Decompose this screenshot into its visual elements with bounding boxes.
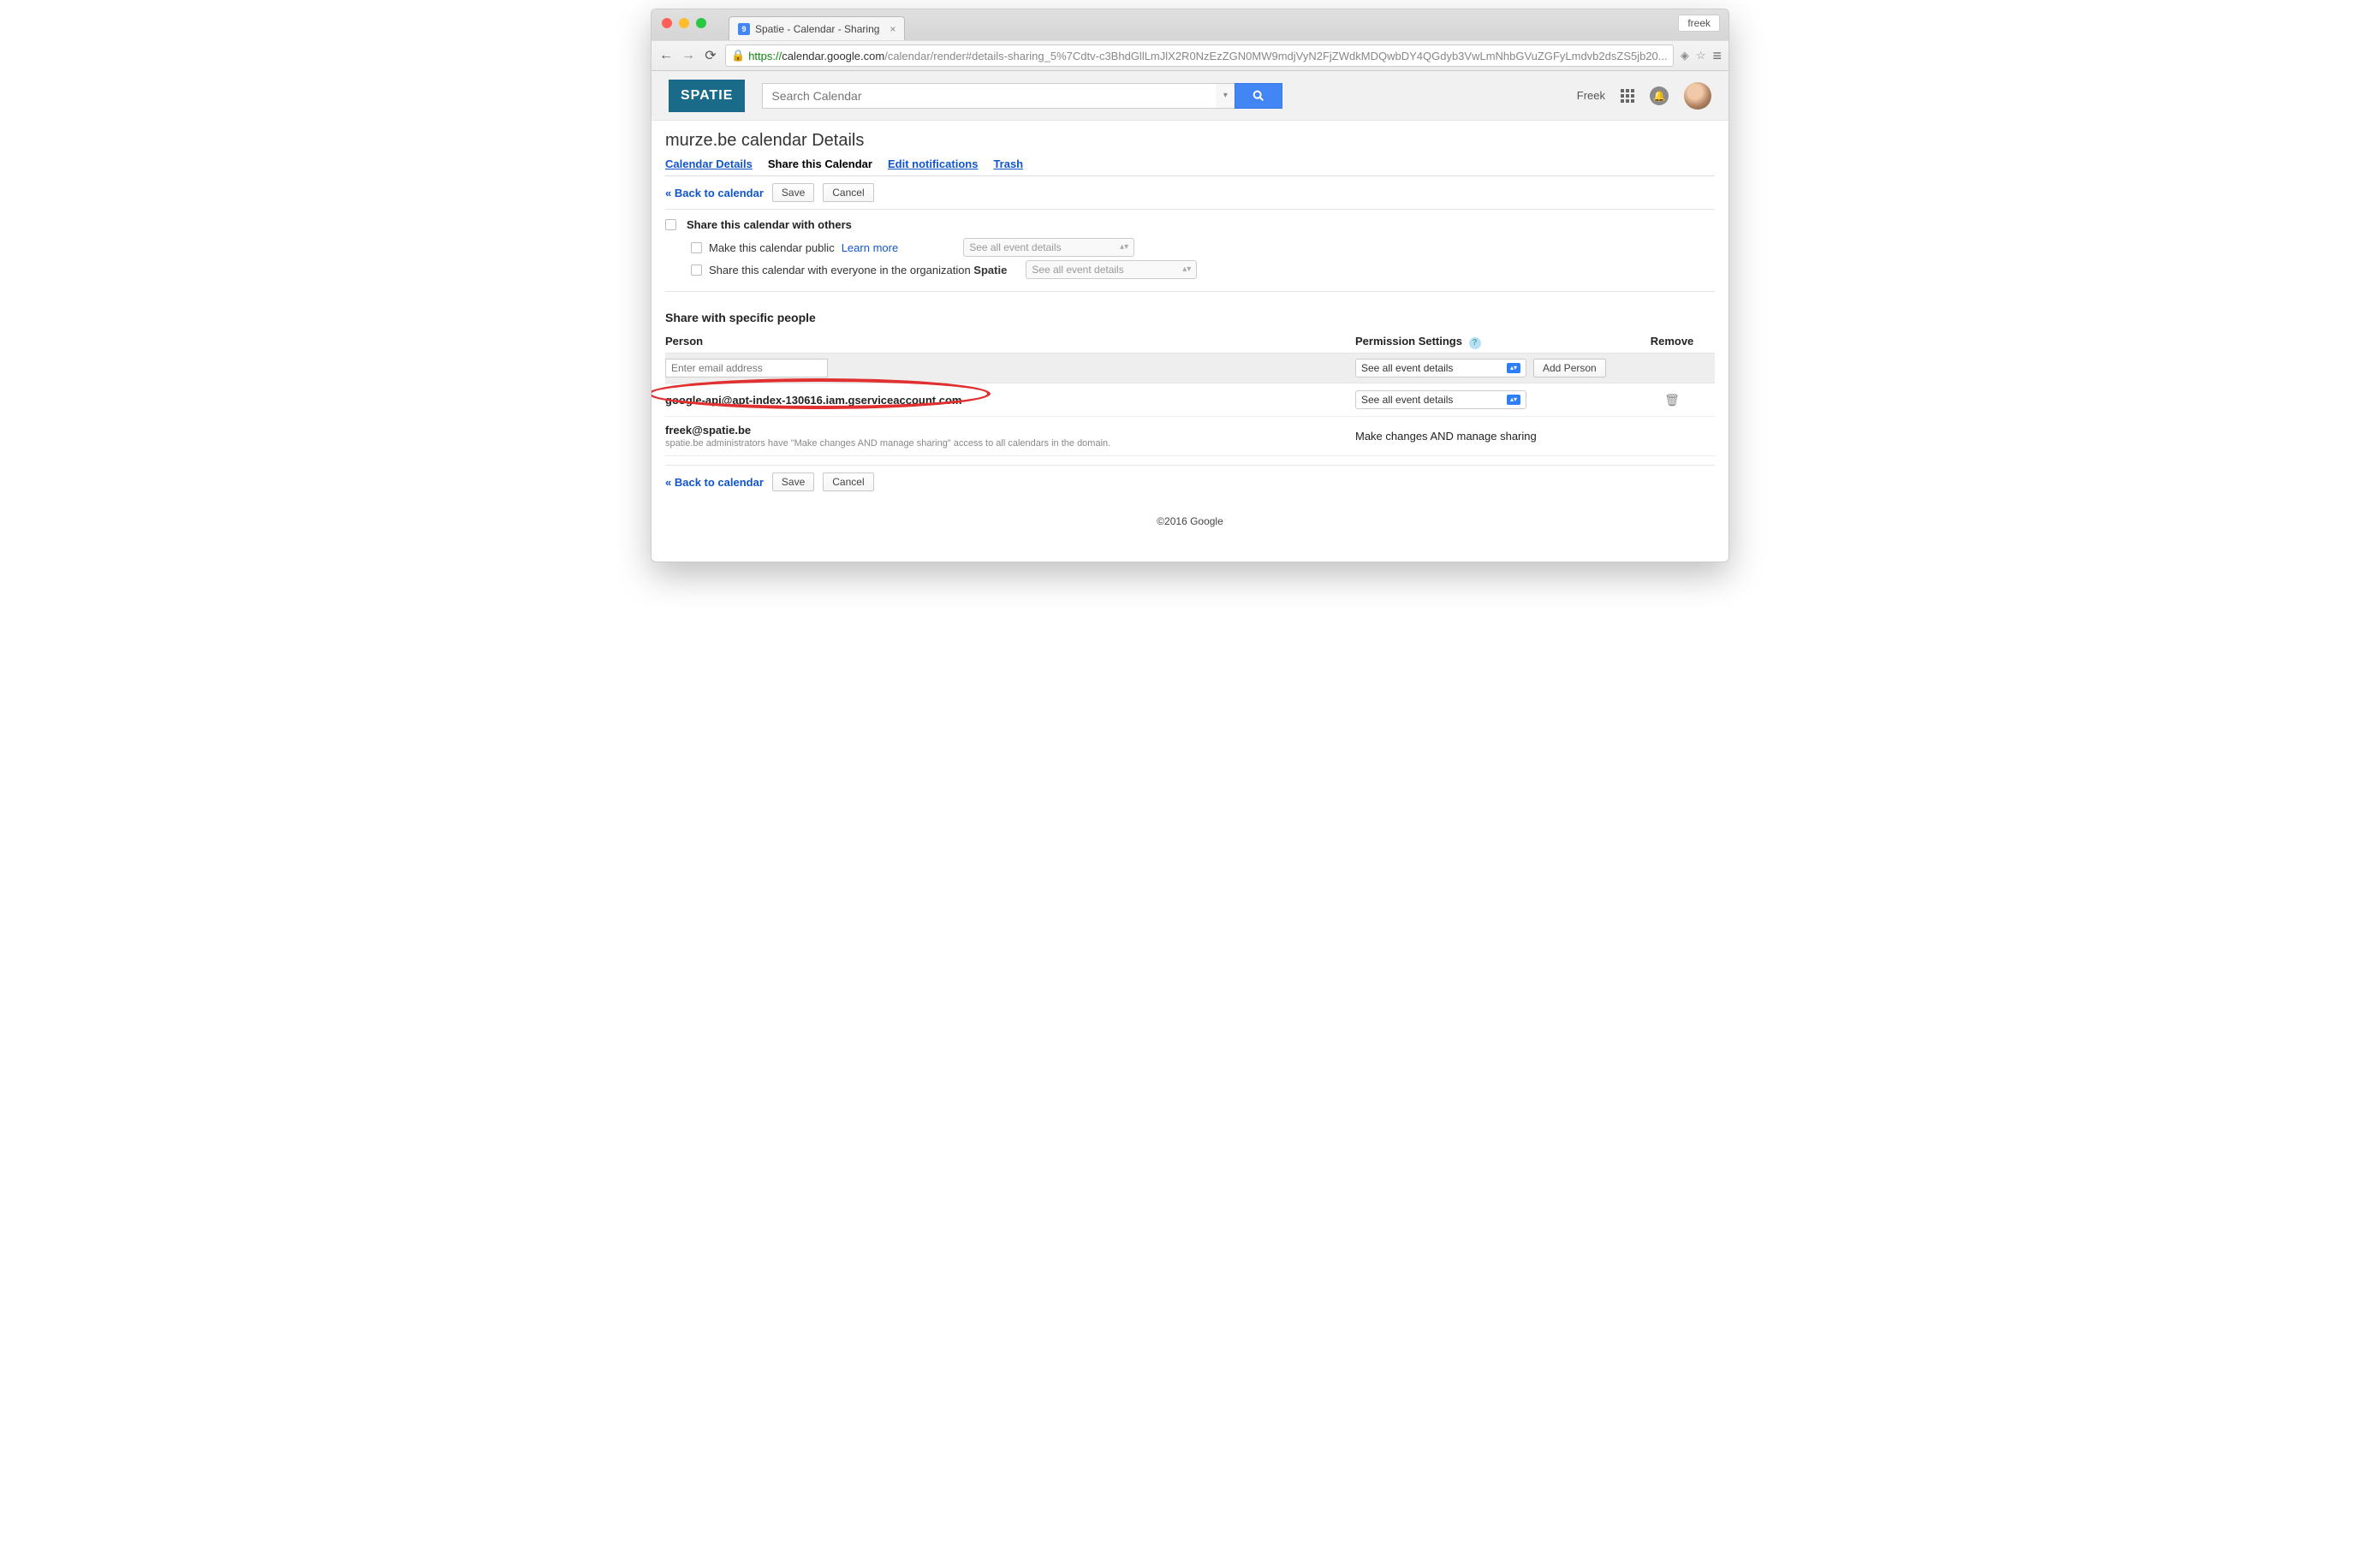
bookmark-star-icon[interactable]: ☆ xyxy=(1696,49,1706,62)
org-name: Spatie xyxy=(973,264,1007,276)
share-others-title-row: Share this calendar with others xyxy=(665,218,1715,231)
apps-grid-icon[interactable] xyxy=(1621,89,1634,103)
url-path: /calendar/render#details-sharing_5%7Cdtv… xyxy=(884,50,1667,62)
row-permission-value: See all event details xyxy=(1361,394,1453,406)
action-bar-top: « Back to calendar Save Cancel xyxy=(665,176,1715,210)
tab-edit-notifications[interactable]: Edit notifications xyxy=(888,157,978,170)
window-controls xyxy=(662,18,706,28)
minimize-window-icon[interactable] xyxy=(679,18,689,28)
save-button[interactable]: Save xyxy=(772,183,814,202)
public-permission-select: See all event details ▴▾ xyxy=(963,238,1134,257)
org-permission-value: See all event details xyxy=(1032,264,1123,276)
browser-tab[interactable]: 9 Spatie - Calendar - Sharing × xyxy=(729,16,905,40)
new-permission-select[interactable]: See all event details ▴▾ xyxy=(1355,359,1526,377)
back-to-calendar-link[interactable]: « Back to calendar xyxy=(665,476,764,489)
save-button[interactable]: Save xyxy=(772,472,814,491)
share-others-title: Share this calendar with others xyxy=(687,218,852,231)
select-arrows-icon: ▴▾ xyxy=(1507,363,1520,373)
share-add-row: See all event details ▴▾ Add Person xyxy=(665,353,1715,383)
tab-title: Spatie - Calendar - Sharing xyxy=(755,23,879,35)
tab-close-icon[interactable]: × xyxy=(890,23,895,35)
remove-person-icon[interactable]: 🗑 xyxy=(1664,393,1680,407)
row-permission-text: Make changes AND manage sharing xyxy=(1355,430,1629,443)
share-with-others-section: Share this calendar with others Make thi… xyxy=(665,210,1715,292)
cancel-button[interactable]: Cancel xyxy=(823,183,873,202)
person-email: freek@spatie.be xyxy=(665,424,1355,437)
action-bar-bottom: « Back to calendar Save Cancel xyxy=(665,465,1715,498)
browser-window: 9 Spatie - Calendar - Sharing × freek ← … xyxy=(651,9,1729,562)
url-host: calendar.google.com xyxy=(782,50,884,62)
email-input[interactable] xyxy=(665,359,828,377)
browser-menu-icon[interactable]: ≡ xyxy=(1712,47,1722,65)
search-button[interactable] xyxy=(1235,83,1282,109)
row-permission-select[interactable]: See all event details ▴▾ xyxy=(1355,390,1526,409)
tab-share-calendar[interactable]: Share this Calendar xyxy=(768,157,872,170)
calendar-favicon-icon: 9 xyxy=(738,23,750,35)
share-specific-section: Share with specific people Person Permis… xyxy=(665,292,1715,465)
user-name[interactable]: Freek xyxy=(1577,89,1605,102)
url-scheme: https:// xyxy=(748,50,782,62)
search-box: ▾ xyxy=(762,83,1282,109)
admin-note: spatie.be administrators have "Make chan… xyxy=(665,438,1355,449)
learn-more-link[interactable]: Learn more xyxy=(842,241,898,254)
select-arrows-icon: ▴▾ xyxy=(1120,243,1128,252)
share-specific-title: Share with specific people xyxy=(665,311,1715,324)
person-email: google-api@apt-index-130616.iam.gservice… xyxy=(665,394,1355,407)
select-arrows-icon: ▴▾ xyxy=(1507,395,1520,405)
chrome-tab-bar: 9 Spatie - Calendar - Sharing × freek xyxy=(652,9,1728,40)
share-others-checkbox[interactable] xyxy=(665,219,676,230)
share-org-label: Share this calendar with everyone in the… xyxy=(709,264,1007,276)
add-person-button[interactable]: Add Person xyxy=(1533,359,1606,377)
url-actions: ◈ ☆ xyxy=(1681,49,1706,62)
avatar[interactable] xyxy=(1684,82,1711,110)
share-table-header: Person Permission Settings ? Remove xyxy=(665,331,1715,353)
make-public-checkbox[interactable] xyxy=(691,242,702,253)
search-input[interactable] xyxy=(762,83,1216,109)
col-person: Person xyxy=(665,335,1355,349)
public-permission-value: See all event details xyxy=(969,241,1061,253)
browser-profile-button[interactable]: freek xyxy=(1678,15,1720,32)
close-window-icon[interactable] xyxy=(662,18,672,28)
url-field[interactable]: 🔒 https://calendar.google.com/calendar/r… xyxy=(725,45,1674,67)
brand-logo[interactable]: SPATIE xyxy=(669,80,745,112)
help-icon[interactable]: ? xyxy=(1469,337,1481,349)
col-permission: Permission Settings ? xyxy=(1355,335,1629,349)
nav-reload-icon[interactable]: ⟳ xyxy=(703,47,718,64)
new-permission-value: See all event details xyxy=(1361,362,1453,374)
cancel-button[interactable]: Cancel xyxy=(823,472,873,491)
search-icon xyxy=(1252,89,1265,103)
browser-toolbar: ← → ⟳ 🔒 https://calendar.google.com/cale… xyxy=(652,40,1728,71)
tab-calendar-details[interactable]: Calendar Details xyxy=(665,157,753,170)
translate-icon[interactable]: ◈ xyxy=(1681,49,1689,62)
col-remove: Remove xyxy=(1651,335,1694,349)
page-content: murze.be calendar Details Calendar Detai… xyxy=(652,121,1728,562)
person-cell: freek@spatie.be spatie.be administrators… xyxy=(665,424,1355,449)
person-row: freek@spatie.be spatie.be administrators… xyxy=(665,417,1715,456)
tab-trash[interactable]: Trash xyxy=(993,157,1023,170)
nav-forward-icon: → xyxy=(681,48,696,63)
header-right: Freek 🔔 xyxy=(1577,82,1711,110)
share-org-checkbox[interactable] xyxy=(691,264,702,276)
app-header: SPATIE ▾ Freek 🔔 xyxy=(652,71,1728,121)
select-arrows-icon: ▴▾ xyxy=(1182,265,1191,274)
person-row: google-api@apt-index-130616.iam.gservice… xyxy=(665,383,1715,417)
make-public-label: Make this calendar public xyxy=(709,241,835,254)
back-to-calendar-link[interactable]: « Back to calendar xyxy=(665,187,764,199)
org-permission-select: See all event details ▴▾ xyxy=(1026,260,1197,279)
maximize-window-icon[interactable] xyxy=(696,18,706,28)
footer-text: ©2016 Google xyxy=(665,498,1715,544)
notifications-icon[interactable]: 🔔 xyxy=(1650,86,1669,105)
page-title: murze.be calendar Details xyxy=(665,131,1715,151)
nav-back-icon[interactable]: ← xyxy=(658,48,674,63)
lock-icon: 🔒 xyxy=(731,49,745,62)
page-subtabs: Calendar Details Share this Calendar Edi… xyxy=(665,152,1715,176)
search-dropdown-icon[interactable]: ▾ xyxy=(1216,83,1235,109)
